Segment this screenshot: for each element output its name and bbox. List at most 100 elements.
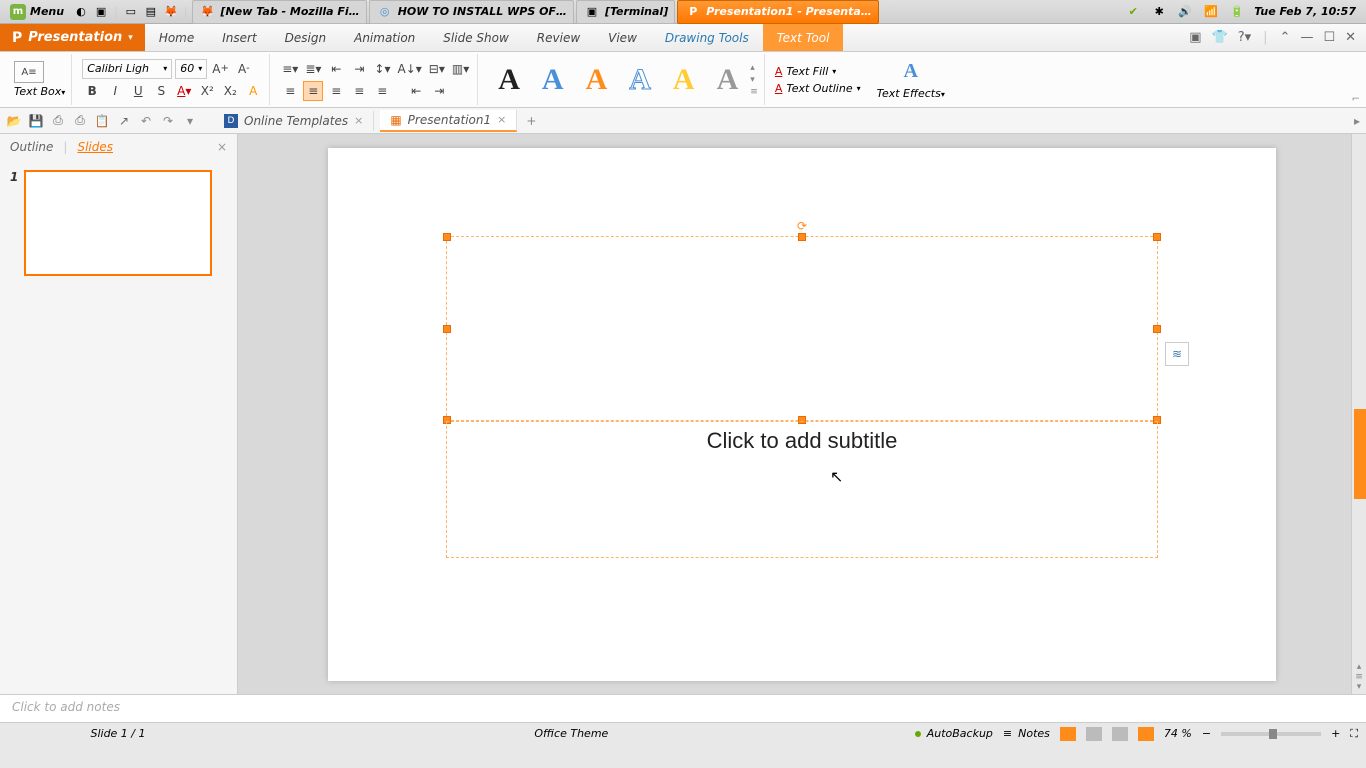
subtitle-placeholder[interactable]: Click to add subtitle: [446, 421, 1158, 558]
minimize-button[interactable]: —: [1300, 30, 1313, 45]
align-text-button[interactable]: ⊟▾: [427, 59, 447, 79]
format-painter-icon[interactable]: ↗: [116, 113, 132, 129]
undo-icon[interactable]: ↶: [138, 113, 154, 129]
zoom-knob[interactable]: [1269, 729, 1277, 739]
sorter-view-button[interactable]: [1086, 727, 1102, 741]
font-size-select[interactable]: 60▾: [175, 59, 207, 79]
subscript-button[interactable]: X₂: [220, 81, 240, 101]
wordart-style-4[interactable]: A: [619, 63, 661, 97]
qa-dropdown-icon[interactable]: ▾: [182, 113, 198, 129]
tab-home[interactable]: Home: [145, 24, 208, 51]
print-icon[interactable]: ⎙: [50, 113, 66, 129]
autobackup-indicator[interactable]: AutoBackup: [915, 727, 993, 740]
indent-left-button[interactable]: ⇤: [406, 81, 426, 101]
slideshow-view-button[interactable]: [1138, 727, 1154, 741]
gallery-down-icon[interactable]: ▾: [750, 75, 758, 85]
grow-font-icon[interactable]: A+: [210, 59, 231, 79]
ribbon-expand-icon[interactable]: ⌐: [1352, 94, 1360, 105]
close-icon[interactable]: ×: [354, 114, 363, 127]
layer-icon[interactable]: ≋: [1165, 342, 1189, 366]
tab-insert[interactable]: Insert: [208, 24, 270, 51]
show-desktop-icon[interactable]: ▭: [122, 3, 140, 21]
scrollbar-thumb[interactable]: [1354, 409, 1366, 499]
canvas-area[interactable]: ⟳ ↖ ≋ Click to add subtitle ▴≡▾: [238, 134, 1366, 694]
justify-button[interactable]: ≡: [349, 81, 369, 101]
shrink-font-icon[interactable]: A-: [234, 59, 254, 79]
system-menu-button[interactable]: m Menu: [4, 2, 70, 22]
bullets-button[interactable]: ≡▾: [280, 59, 300, 79]
battery-icon[interactable]: 🔋: [1228, 3, 1246, 21]
tab-view[interactable]: View: [594, 24, 651, 51]
resize-handle[interactable]: [443, 233, 451, 241]
strikethrough-button[interactable]: S: [151, 81, 171, 101]
title-placeholder[interactable]: ⟳ ↖ ≋: [446, 236, 1158, 421]
help-icon[interactable]: ?▾: [1238, 30, 1251, 45]
terminal-launcher-icon[interactable]: ▣: [92, 3, 110, 21]
tab-list-icon[interactable]: ▸: [1354, 114, 1360, 128]
tab-drawing-tools[interactable]: Drawing Tools: [651, 24, 763, 51]
text-fill-button[interactable]: A Text Fill▾: [775, 65, 861, 78]
zoom-out-button[interactable]: −: [1202, 727, 1211, 740]
doc-tab-current[interactable]: ▦ Presentation1 ×: [380, 110, 517, 132]
normal-view-button[interactable]: [1060, 727, 1076, 741]
resize-handle[interactable]: [798, 233, 806, 241]
text-direction-button[interactable]: A↓▾: [395, 59, 423, 79]
superscript-button[interactable]: X²: [197, 81, 217, 101]
font-name-select[interactable]: Calibri Ligh▾: [82, 59, 172, 79]
align-center-button[interactable]: ≡: [303, 81, 323, 101]
gallery-more-icon[interactable]: ≡: [750, 87, 758, 97]
increase-indent-button[interactable]: ⇥: [349, 59, 369, 79]
slide-canvas[interactable]: ⟳ ↖ ≋ Click to add subtitle: [328, 148, 1276, 681]
distributed-button[interactable]: ≡: [372, 81, 392, 101]
resize-handle[interactable]: [1153, 233, 1161, 241]
bluetooth-icon[interactable]: ✱: [1150, 3, 1168, 21]
underline-button[interactable]: U: [128, 81, 148, 101]
text-outline-button[interactable]: A Text Outline▾: [775, 82, 861, 95]
tab-animation[interactable]: Animation: [340, 24, 429, 51]
slide-thumbnail[interactable]: 1: [10, 170, 227, 276]
close-icon[interactable]: ×: [497, 113, 506, 126]
taskbar-item-firefox[interactable]: 🦊 [New Tab - Mozilla Fi…: [192, 0, 367, 24]
notes-pane[interactable]: Click to add notes: [0, 694, 1366, 722]
decrease-indent-button[interactable]: ⇤: [326, 59, 346, 79]
numbering-button[interactable]: ≣▾: [303, 59, 323, 79]
font-color-button[interactable]: A▾: [174, 81, 194, 101]
bold-button[interactable]: B: [82, 81, 102, 101]
italic-button[interactable]: I: [105, 81, 125, 101]
align-right-button[interactable]: ≡: [326, 81, 346, 101]
wordart-style-5[interactable]: A: [663, 63, 705, 97]
redo-icon[interactable]: ↷: [160, 113, 176, 129]
panel-close-icon[interactable]: ×: [217, 140, 227, 154]
line-spacing-button[interactable]: ↕▾: [372, 59, 392, 79]
outline-tab[interactable]: Outline: [10, 140, 53, 154]
text-effects-button[interactable]: A Text Effects▾: [871, 54, 951, 105]
resize-handle[interactable]: [443, 325, 451, 333]
zoom-slider[interactable]: [1221, 732, 1321, 736]
collapse-ribbon-icon[interactable]: ⌃: [1280, 30, 1291, 45]
firefox-launcher-icon[interactable]: 🦊: [162, 3, 180, 21]
new-tab-icon[interactable]: +: [523, 113, 539, 129]
print-preview-icon[interactable]: ⎙: [72, 113, 88, 129]
gallery-up-icon[interactable]: ▴: [750, 63, 758, 73]
maximize-button[interactable]: ☐: [1323, 30, 1335, 45]
slide-nav-icons[interactable]: ▴≡▾: [1352, 662, 1366, 692]
textbox-label[interactable]: Text Box▾: [14, 85, 65, 98]
files-icon[interactable]: ▤: [142, 3, 160, 21]
tab-slideshow[interactable]: Slide Show: [429, 24, 522, 51]
wordart-style-3[interactable]: A: [576, 63, 618, 97]
wordart-style-2[interactable]: A: [532, 63, 574, 97]
paste-icon[interactable]: 📋: [94, 113, 110, 129]
save-icon[interactable]: 💾: [28, 113, 44, 129]
app-brand[interactable]: P Presentation ▾: [0, 24, 145, 51]
taskbar-item-chromium[interactable]: ◎ HOW TO INSTALL WPS OF…: [369, 0, 574, 24]
close-button[interactable]: ✕: [1345, 30, 1356, 45]
indent-right-button[interactable]: ⇥: [429, 81, 449, 101]
tab-review[interactable]: Review: [523, 24, 594, 51]
slides-tab[interactable]: Slides: [77, 140, 113, 154]
doc-tab-templates[interactable]: D Online Templates ×: [214, 111, 374, 131]
textbox-icon[interactable]: A≡: [14, 61, 44, 83]
open-icon[interactable]: 📂: [6, 113, 22, 129]
rotate-handle-icon[interactable]: ⟳: [797, 219, 807, 233]
tab-design[interactable]: Design: [271, 24, 340, 51]
align-left-button[interactable]: ≡: [280, 81, 300, 101]
